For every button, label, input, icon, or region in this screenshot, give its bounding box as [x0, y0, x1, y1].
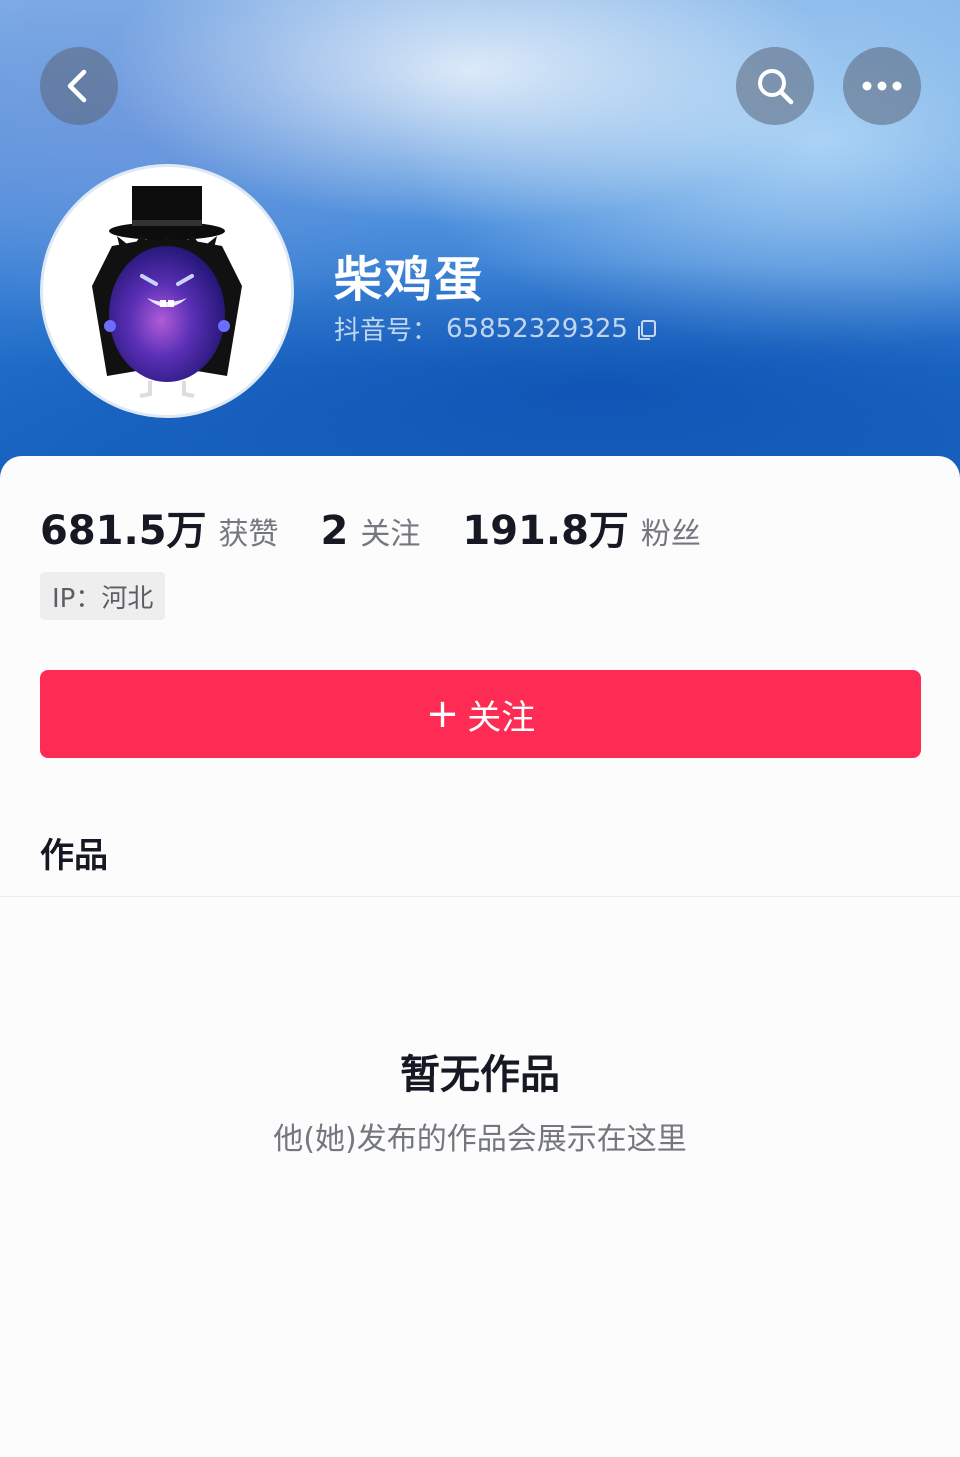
nickname: 柴鸡蛋 [334, 252, 485, 308]
douyin-id-label: 抖音号： [334, 316, 439, 346]
plus-icon: + [425, 691, 460, 737]
stat-likes[interactable]: 681.5万 获赞 [40, 498, 279, 556]
stat-label: 获赞 [218, 517, 279, 552]
stat-label: 关注 [360, 517, 421, 552]
empty-state-subtitle: 他(她)发布的作品会展示在这里 [273, 1122, 687, 1157]
stat-followers[interactable]: 191.8万 粉丝 [462, 498, 701, 556]
stat-value: 2 [320, 508, 349, 554]
douyin-id-row[interactable]: 抖音号： 65852329325 [334, 310, 658, 347]
stat-label: 粉丝 [640, 517, 701, 552]
chevron-left-icon [67, 69, 87, 103]
stat-following[interactable]: 2 关注 [321, 508, 421, 554]
search-icon [758, 69, 794, 105]
stat-value: 191.8万 [462, 508, 629, 554]
ip-location-tag: IP：河北 [40, 572, 166, 620]
copy-icon[interactable] [636, 318, 658, 340]
follow-button[interactable]: + 关注 [40, 670, 921, 758]
avatar[interactable] [40, 164, 294, 418]
stat-value: 681.5万 [40, 508, 207, 554]
profile-header: 柴鸡蛋 抖音号： 65852329325 [0, 0, 960, 490]
back-button[interactable] [40, 47, 118, 125]
tab-works[interactable]: 作品 [40, 828, 108, 877]
more-dots-icon [862, 81, 902, 91]
more-button[interactable] [843, 47, 921, 125]
search-button[interactable] [736, 47, 814, 125]
tab-divider [0, 896, 960, 897]
follow-button-label: 关注 [467, 697, 536, 738]
purple-egg-character-avatar [92, 186, 242, 398]
profile-card: 681.5万 获赞 2 关注 191.8万 粉丝 IP：河北 + 关注 作品 暂… [0, 456, 960, 1457]
stats-row: 681.5万 获赞 2 关注 191.8万 粉丝 [40, 498, 743, 556]
douyin-id-value: 65852329325 [446, 313, 628, 344]
empty-state-title: 暂无作品 [400, 1052, 560, 1098]
